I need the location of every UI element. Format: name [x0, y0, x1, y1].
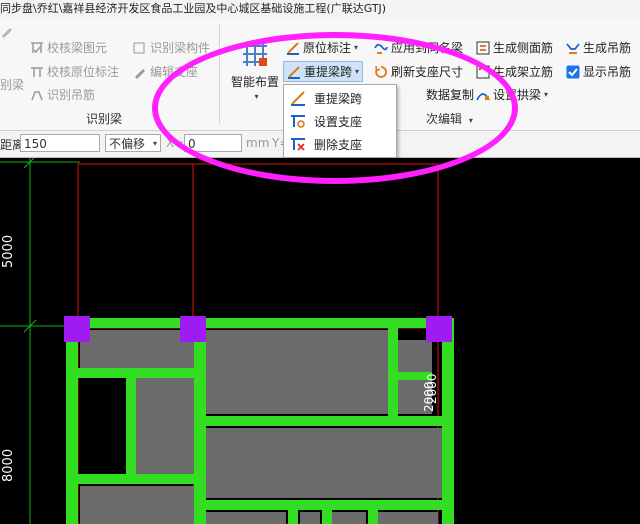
chevron-down-icon: ▾ — [354, 43, 359, 52]
recognize-icon — [133, 41, 147, 55]
group-separator — [219, 24, 220, 124]
menu-item-set-support[interactable]: 设置支座 — [284, 110, 396, 132]
chevron-down-icon: ▾ — [152, 139, 157, 148]
smart-layout-label: 智能布置 — [230, 75, 279, 89]
chevron-down-icon: ▾ — [254, 92, 259, 101]
check-in-situ-label-button[interactable]: 校核原位标注 — [30, 63, 119, 80]
chevron-down-icon: ▾ — [468, 116, 473, 125]
set-arch-beam-button[interactable]: 设置拱梁 ▾ — [476, 86, 548, 103]
pen-icon — [0, 24, 14, 38]
edit-support-icon — [133, 65, 147, 79]
ribbon-partial-big-icon — [0, 24, 17, 38]
group-label-recognize-beam: 识别梁 — [86, 112, 123, 126]
in-situ-label-button[interactable]: 原位标注 ▾ — [286, 39, 358, 56]
group-label-beam-edit: 次编辑 ▾ — [426, 112, 473, 126]
gen-stand-rebar-button[interactable]: 生成架立筋 — [476, 63, 553, 80]
dim-text-left-bottom: 8000 — [1, 449, 16, 482]
re-extract-span-icon — [287, 65, 301, 79]
hanging-rebar-icon — [30, 88, 44, 102]
side-rebar-icon — [476, 41, 490, 55]
chevron-down-icon: ▾ — [544, 90, 549, 99]
offset-select[interactable]: 不偏移 ▾ — [105, 134, 161, 152]
x-unit-label: mm — [246, 136, 270, 150]
show-hanging-rebar-checkbox[interactable]: 显示吊筋 — [566, 63, 631, 80]
recognize-hanging-rebar-button[interactable]: 识别吊筋 — [30, 86, 95, 103]
dim-text-left-top: 5000 — [1, 235, 16, 268]
distance-input[interactable]: 150 — [20, 134, 100, 152]
apply-same-name-icon — [374, 41, 388, 55]
re-extract-span-dropdown: 重提梁跨 设置支座 删除支座 — [283, 84, 397, 158]
x-coordinate-input[interactable]: 0 — [184, 134, 242, 152]
arch-beam-icon — [476, 88, 490, 102]
smart-layout-button[interactable]: 智能布置 ▾ — [228, 38, 282, 101]
floor-plan-drawing: 5000 8000 2000 2000 — [0, 158, 454, 524]
set-support-icon — [290, 113, 306, 129]
beam-check-icon — [30, 41, 44, 55]
drawing-canvas[interactable]: 5000 8000 2000 2000 — [0, 158, 640, 524]
re-extract-span-icon — [290, 90, 306, 106]
in-situ-label-icon — [286, 41, 300, 55]
hanging-rebar-icon — [566, 41, 580, 55]
edit-support-button[interactable]: 编辑支座 — [133, 63, 198, 80]
checkbox-checked-icon — [566, 65, 580, 79]
ribbon-partial-label: 别梁 — [0, 78, 25, 92]
x-label: X= — [166, 136, 185, 150]
delete-support-icon — [290, 136, 306, 152]
gen-hanging-rebar-button[interactable]: 生成吊筋 — [566, 39, 631, 56]
check-beam-element-button[interactable]: 校核梁图元 — [30, 39, 107, 56]
recognize-beam-component-button[interactable]: 识别梁构件 — [133, 39, 210, 56]
re-extract-span-button[interactable]: 重提梁跨 ▾ — [283, 61, 364, 82]
title-text: 同步盘\乔红\嘉祥县经济开发区食品工业园及中心城区基础设施工程(广联达GTJ) — [0, 2, 387, 15]
menu-item-re-extract-span[interactable]: 重提梁跨 — [284, 87, 396, 109]
menu-item-delete-support[interactable]: 删除支座 — [284, 133, 396, 155]
dim-text-right-b: 2000 — [425, 373, 439, 404]
apply-to-same-name-beam-button[interactable]: 应用到同名梁 — [374, 39, 463, 56]
refresh-support-size-button[interactable]: 刷新支座尺寸 — [374, 63, 463, 80]
chevron-down-icon: ▾ — [355, 67, 360, 76]
data-copy-button[interactable]: 数据复制 — [426, 86, 474, 103]
grid-layout-icon — [239, 38, 271, 70]
title-bar: 同步盘\乔红\嘉祥县经济开发区食品工业园及中心城区基础设施工程(广联达GTJ) — [0, 0, 640, 19]
refresh-icon — [374, 65, 388, 79]
gen-side-rebar-button[interactable]: 生成侧面筋 — [476, 39, 553, 56]
beam-check-icon — [30, 65, 44, 79]
stand-rebar-icon — [476, 65, 490, 79]
